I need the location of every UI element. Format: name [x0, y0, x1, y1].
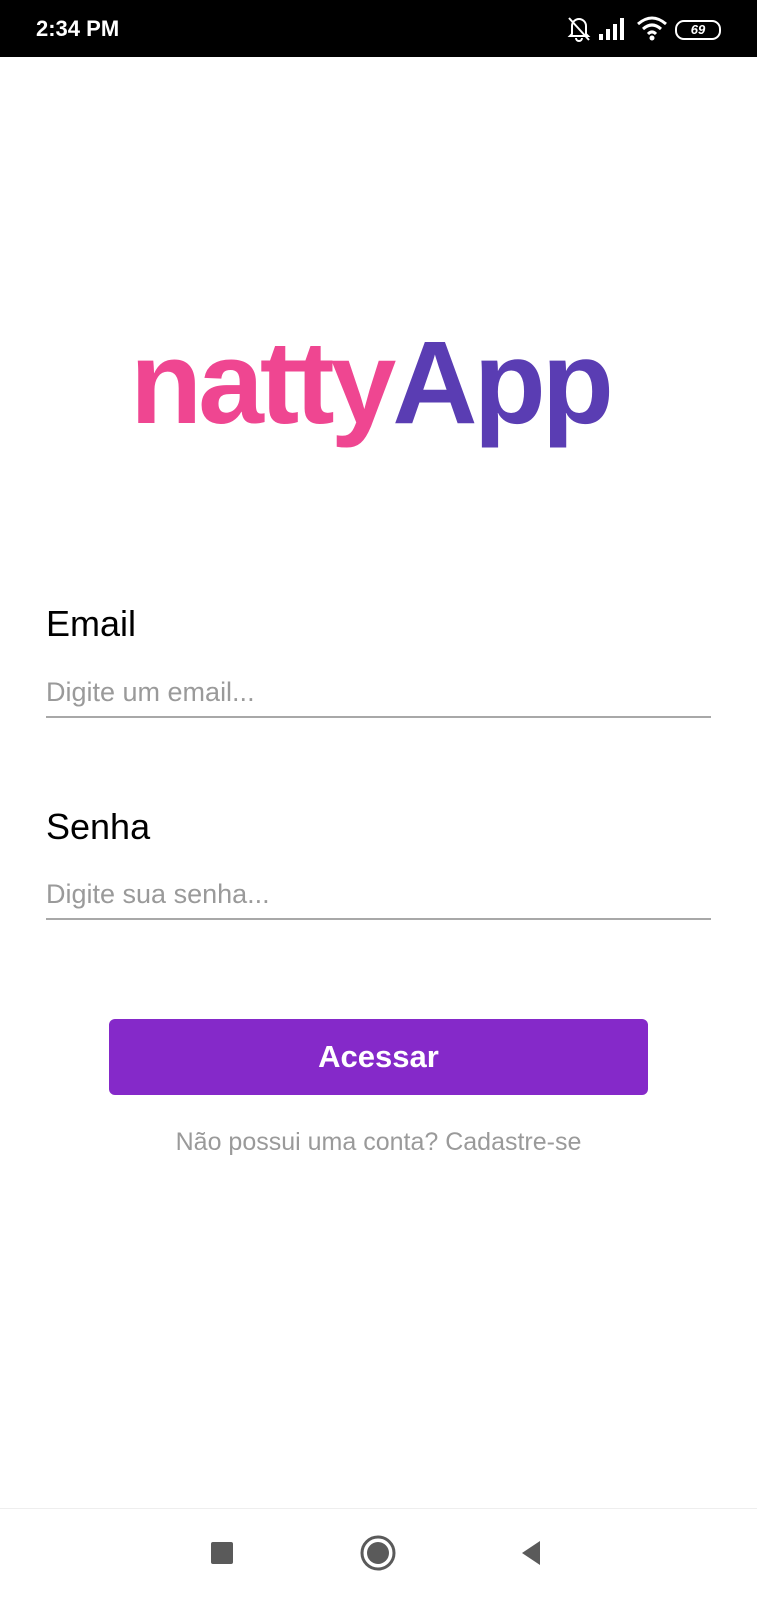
signal-icon [599, 18, 624, 40]
status-time: 2:34 PM [36, 16, 120, 41]
password-input[interactable] [46, 870, 711, 920]
email-input[interactable] [46, 668, 711, 718]
logo-part-natty: natty [130, 325, 396, 449]
status-bar: 2:34 PM 69 [0, 0, 757, 57]
recents-button[interactable] [200, 1531, 244, 1575]
svg-text:nattyApp: nattyApp [130, 325, 610, 449]
password-label: Senha [46, 806, 151, 847]
bell-off-icon [567, 17, 591, 42]
navigation-bar [0, 1508, 757, 1601]
status-icons: 69 [567, 14, 727, 42]
signup-link[interactable]: Não possui uma conta? Cadastre-se [0, 1128, 757, 1157]
battery-icon: 69 [675, 20, 721, 40]
app-logo: nattyApp [130, 325, 630, 455]
back-button[interactable] [510, 1531, 554, 1575]
home-circle-icon [360, 1535, 396, 1571]
home-button[interactable] [356, 1531, 400, 1575]
wifi-icon [637, 16, 667, 41]
app-logo-wordmark: nattyApp [130, 325, 614, 449]
email-label: Email [46, 603, 137, 644]
battery-level: 69 [690, 22, 706, 37]
back-triangle-icon [522, 1541, 540, 1565]
recents-square-icon [211, 1542, 233, 1564]
submit-button[interactable]: Acessar [109, 1019, 648, 1095]
logo-part-app: App [392, 325, 610, 449]
